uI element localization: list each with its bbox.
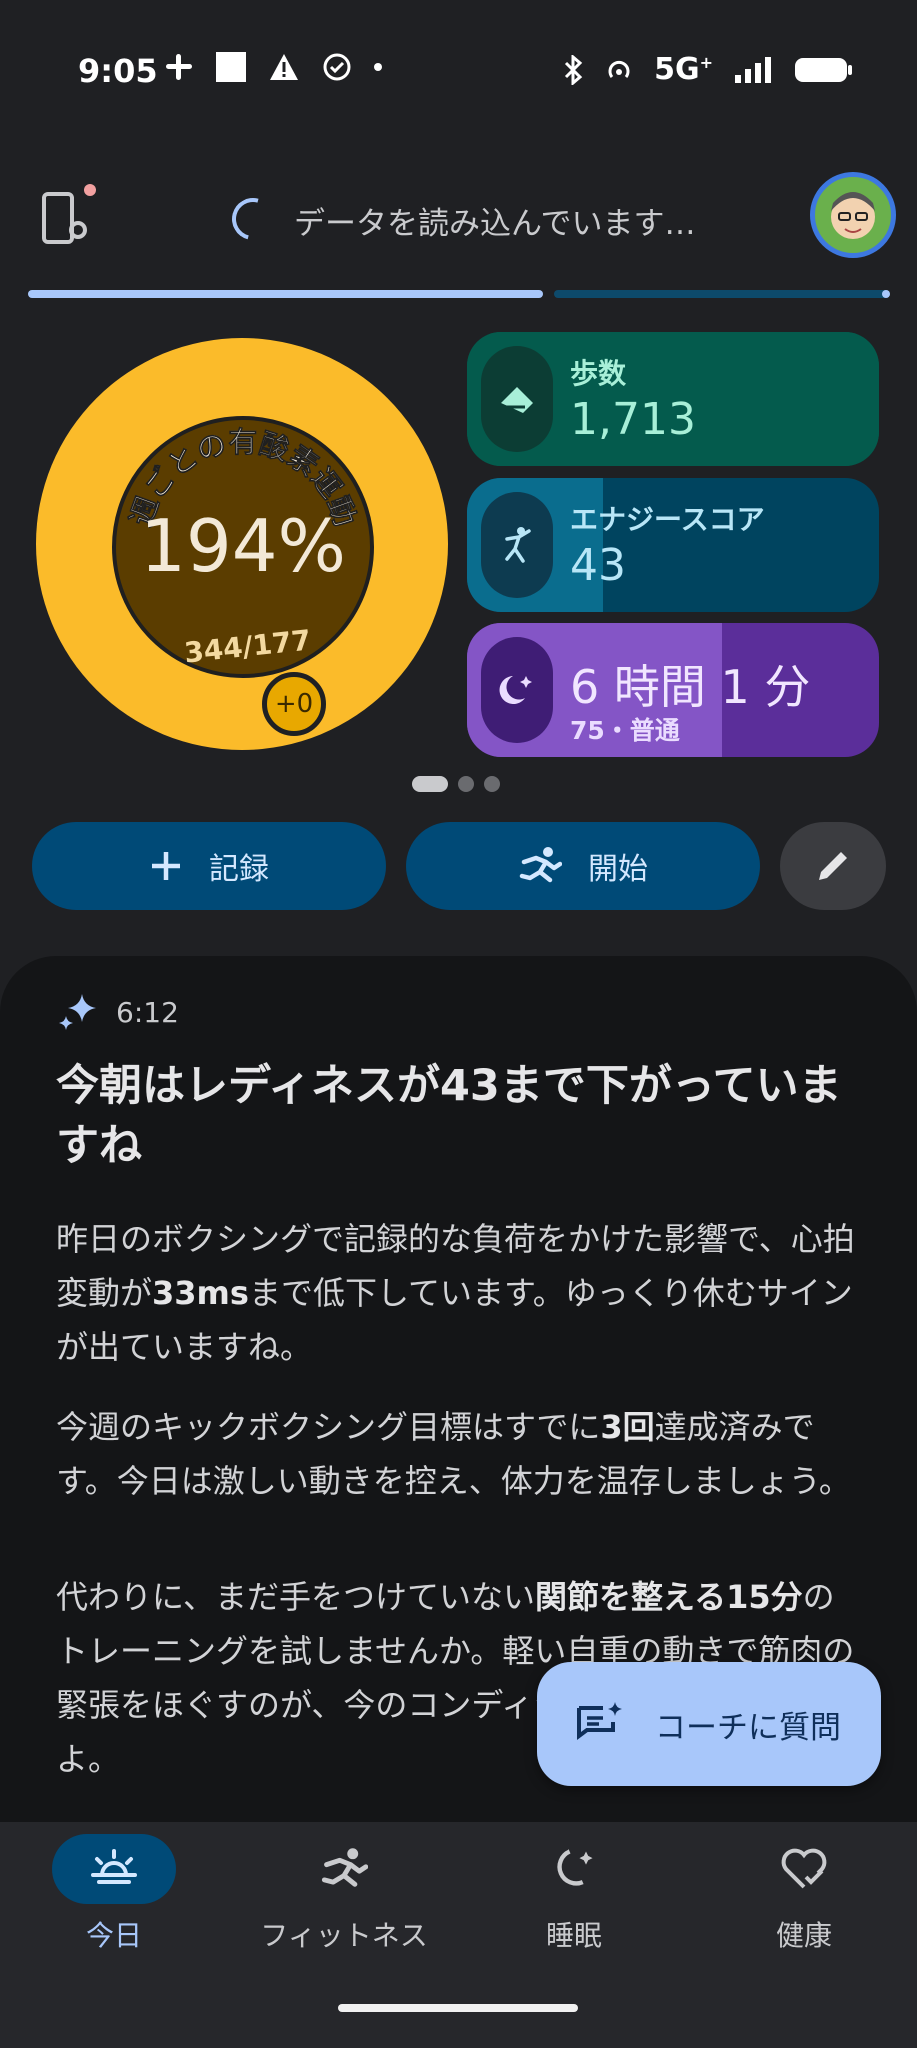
cardio-badge: +0 — [262, 672, 326, 736]
sleep-card[interactable]: 6 時間 1 分 75・普通 — [467, 623, 879, 757]
insight-paragraph-2: 今週のキックボクシング目標はすでに3回達成済みです。今日は激しい動きを控え、体力… — [56, 1408, 851, 1500]
bluetooth-icon — [565, 54, 583, 85]
page-dot-3 — [484, 776, 500, 792]
shoe-icon — [481, 346, 553, 452]
avatar-face-icon — [831, 192, 875, 239]
ask-coach-label: コーチに質問 — [655, 1709, 841, 1746]
avatar[interactable] — [810, 172, 896, 258]
insight-time: 6:12 — [116, 996, 179, 1029]
ask-coach-button[interactable]: コーチに質問 — [537, 1662, 881, 1786]
status-icons-right: 5G+ — [562, 52, 853, 87]
nav-health[interactable]: 健康 — [704, 1834, 904, 1954]
steps-value: 1,713 — [570, 394, 696, 445]
battery-icon — [795, 57, 852, 82]
nav-fitness[interactable]: フィットネス — [244, 1834, 444, 1954]
sunrise-icon — [91, 1849, 137, 1884]
energy-label: エナジースコア — [570, 503, 765, 536]
chat-sparkle-icon — [577, 1702, 622, 1740]
loading-spinner-icon — [224, 190, 282, 248]
warning-icon — [270, 54, 298, 80]
hotspot-icon — [608, 60, 630, 78]
nav-sleep-label: 睡眠 — [545, 1919, 602, 1952]
page-dot-2 — [458, 776, 474, 792]
nav-today-label: 今日 — [85, 1919, 142, 1952]
record-label: 記録 — [209, 852, 269, 887]
insight-paragraph-1: 昨日のボクシングで記録的な負荷をかけた影響で、心拍変動が33msまで低下していま… — [56, 1220, 855, 1366]
nav-health-label: 健康 — [775, 1919, 832, 1952]
sleep-score: 75・普通 — [570, 716, 680, 745]
load-progress-track — [554, 290, 890, 298]
check-circle-icon — [323, 53, 351, 81]
moon-icon — [481, 637, 553, 743]
status-icons-left — [164, 52, 382, 82]
moon-icon — [557, 1849, 593, 1886]
steps-card[interactable]: 歩数 1,713 — [467, 332, 879, 466]
energy-person-icon — [481, 492, 553, 598]
energy-card[interactable]: エナジースコア 43 — [467, 478, 879, 612]
sparkle-icon — [59, 994, 96, 1030]
nav-fitness-label: フィットネス — [260, 1919, 428, 1952]
white-square-icon — [216, 52, 246, 82]
page-indicator — [412, 776, 500, 792]
load-progress-end-dot — [882, 290, 890, 298]
load-progress-primary — [28, 290, 543, 298]
start-label: 開始 — [588, 852, 648, 887]
sleep-duration: 6 時間 1 分 — [570, 660, 811, 714]
plus-icon — [152, 852, 180, 880]
network-type: 5G+ — [654, 52, 713, 87]
steps-label: 歩数 — [570, 357, 627, 390]
running-icon — [519, 847, 562, 883]
energy-value: 43 — [570, 540, 626, 591]
pencil-icon — [819, 852, 847, 880]
home-indicator[interactable] — [338, 2004, 578, 2012]
page-dot-1 — [412, 776, 448, 792]
slack-icon — [166, 54, 192, 80]
status-time: 9:05 — [78, 52, 158, 90]
record-button[interactable]: 記録 — [32, 822, 386, 910]
insight-title: 今朝はレディネスが43まで下がっていますね — [56, 1061, 842, 1171]
nav-sleep[interactable]: 睡眠 — [474, 1834, 674, 1954]
start-button[interactable]: 開始 — [406, 822, 760, 910]
running-icon — [321, 1848, 368, 1887]
nav-today[interactable]: 今日 — [14, 1834, 214, 1954]
dot-icon — [374, 63, 382, 71]
notification-dot — [84, 184, 96, 196]
edit-button[interactable] — [780, 822, 886, 910]
signal-icon — [735, 56, 771, 83]
heart-check-icon — [781, 1848, 827, 1889]
loading-text: データを読み込んでいます… — [294, 206, 696, 242]
cardio-percent: 194% — [140, 504, 346, 588]
device-icon[interactable] — [40, 188, 96, 248]
